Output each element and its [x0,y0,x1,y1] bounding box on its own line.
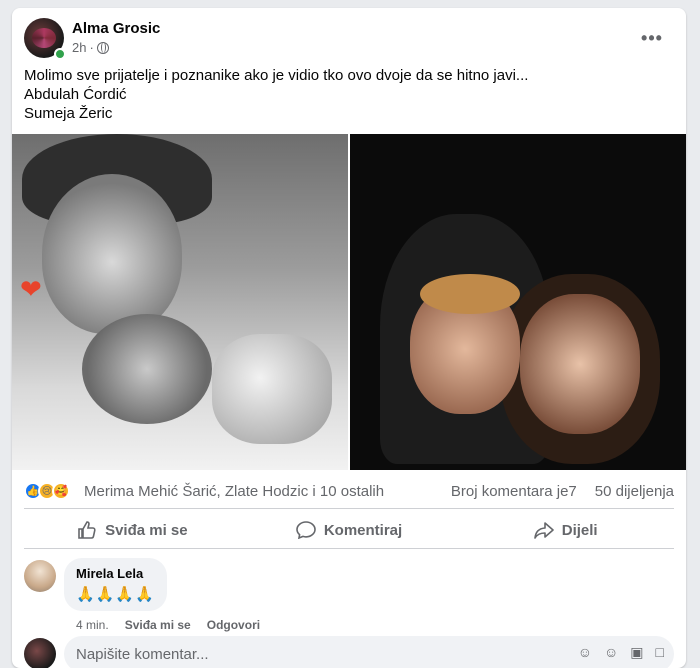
commenter-avatar[interactable] [24,560,56,592]
globe-icon[interactable] [96,41,109,54]
post-text-line: Sumeja Žeric [24,105,113,122]
reactors-text[interactable]: Merima Mehić Šarić, Zlate Hodzic i 10 os… [84,483,384,500]
care-reaction-icon: 🥰 [52,482,70,500]
divider [24,508,674,509]
shares-count[interactable]: 50 dijeljenja [595,483,674,500]
more-options-button[interactable]: ••• [638,24,666,52]
post-meta: 2h · [72,40,109,55]
heart-sticker-icon: ❤ [20,274,42,304]
like-label: Sviđa mi se [105,521,188,539]
post-stats: 👍 😢 🥰 Merima Mehić Šarić, Zlate Hodzic i… [24,480,674,504]
share-icon [533,522,554,539]
comment-meta: 4 min. Sviđa mi se Odgovori [76,618,260,632]
photo-right[interactable] [350,134,686,470]
comment-icon [296,521,316,539]
share-label: Dijeli [561,521,598,539]
like-button[interactable]: Sviđa mi se [24,512,241,548]
author-name[interactable]: Alma Grosic [72,20,160,37]
photo-grid: ❤ [12,134,686,470]
comment-time[interactable]: 4 min. [76,618,109,632]
comment-label: Komentiraj [323,521,403,539]
reaction-icons[interactable]: 👍 😢 🥰 [24,482,70,500]
online-status-dot [54,48,66,60]
thumbs-up-icon [78,521,96,539]
post-text-line: Abdulah Ćordić [24,86,127,103]
photo-left[interactable]: ❤ [12,134,348,470]
comments-count[interactable]: Broj komentara je7 [451,483,577,500]
divider [24,548,674,549]
post-actions: Sviđa mi se Komentiraj Dijeli [24,512,674,548]
share-button[interactable]: Dijeli [457,512,674,548]
commenter-name[interactable]: Mirela Lela [76,566,155,581]
post-header: Alma Grosic 2h · ••• [24,18,674,60]
post-time[interactable]: 2h [72,40,86,55]
comment-composer: Napišite komentar... ☺ ☺ ▣ □ [24,634,674,668]
comment-text: 🙏🙏🙏🙏 [76,586,155,603]
comment-like-link[interactable]: Sviđa mi se [125,618,191,632]
viewer-avatar [24,638,56,668]
post-text: Molimo sve prijatelje i poznanike ako je… [24,66,528,123]
comment-reply-link[interactable]: Odgovori [207,618,260,632]
comment-bubble: Mirela Lela 🙏🙏🙏🙏 [64,558,167,611]
comment-item: Mirela Lela 🙏🙏🙏🙏 4 min. Sviđa mi se Odgo… [24,558,674,638]
meta-separator: · [89,40,94,55]
comment-button[interactable]: Komentiraj [241,512,458,548]
post-text-line: Molimo sve prijatelje i poznanike ako je… [24,67,529,84]
post-card: Alma Grosic 2h · ••• Molimo sve prijatel… [12,8,686,668]
